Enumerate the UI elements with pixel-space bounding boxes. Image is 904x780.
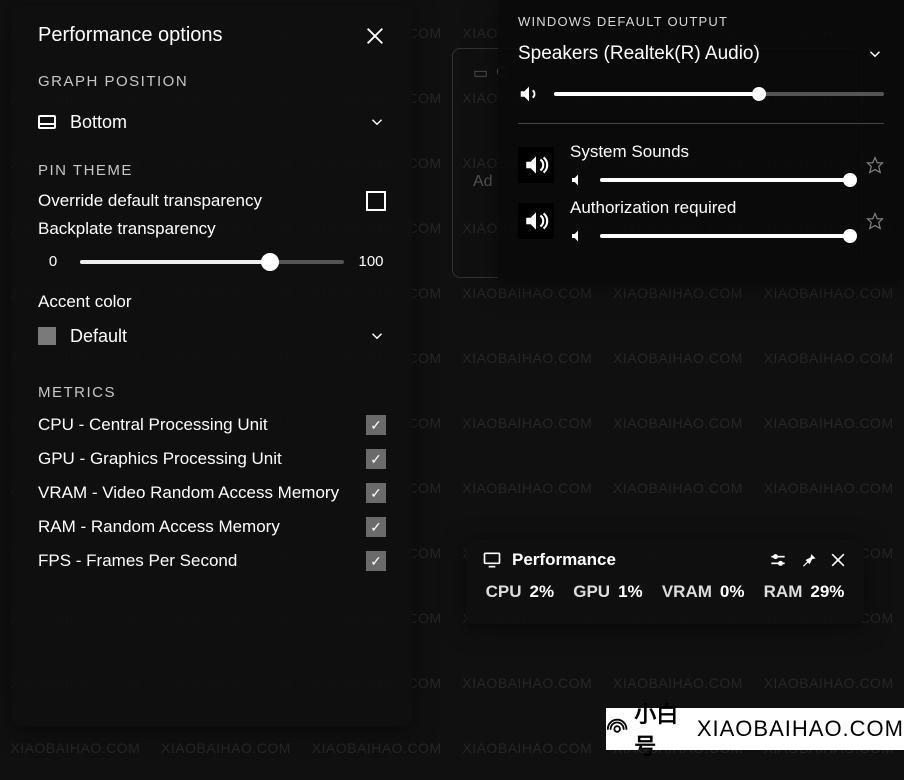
accent-color-label: Accent color [38, 292, 386, 312]
metric-label: VRAM - Video Random Access Memory [38, 483, 339, 503]
panel-title: Performance options [38, 24, 223, 47]
accent-color-dropdown[interactable]: Default [38, 316, 386, 356]
graph-position-value: Bottom [70, 112, 127, 133]
metric-checkbox[interactable] [366, 517, 386, 537]
divider [518, 123, 884, 124]
performance-options-panel: Performance options GRAPH POSITION Botto… [12, 6, 412, 726]
speaker-icon[interactable] [570, 228, 586, 244]
perf-stat: RAM 29% [764, 582, 845, 602]
stat-key: GPU [573, 582, 610, 602]
app-name: Authorization required [570, 198, 850, 218]
metric-checkbox[interactable] [366, 551, 386, 571]
favorite-star-icon[interactable] [866, 212, 884, 230]
section-graph-position: GRAPH POSITION [38, 73, 386, 90]
stat-key: RAM [764, 582, 803, 602]
perf-stat: VRAM 0% [662, 582, 745, 602]
app-volume-row: System Sounds [518, 142, 884, 188]
pin-icon[interactable] [798, 550, 818, 570]
stat-value: 0% [720, 582, 745, 602]
accent-value: Default [70, 326, 127, 347]
app-volume-slider[interactable] [600, 178, 850, 182]
stat-key: VRAM [662, 582, 712, 602]
close-icon[interactable] [364, 25, 386, 47]
output-device-name: Speakers (Realtek(R) Audio) [518, 43, 760, 65]
chevron-down-icon [368, 327, 386, 345]
close-icon[interactable] [828, 550, 848, 570]
position-bottom-icon [38, 115, 56, 129]
section-metrics: METRICS [38, 384, 386, 401]
monitor-icon [482, 550, 502, 570]
stat-key: CPU [486, 582, 522, 602]
metric-row: CPU - Central Processing Unit [38, 415, 386, 435]
chevron-down-icon [368, 113, 386, 131]
audio-output-panel: WINDOWS DEFAULT OUTPUT Speakers (Realtek… [498, 0, 904, 280]
badge-en: XIAOBAIHAO.COM [697, 716, 904, 742]
app-volume-row: Authorization required [518, 198, 884, 244]
metric-checkbox[interactable] [366, 483, 386, 503]
metric-checkbox[interactable] [366, 415, 386, 435]
overlay-title: Performance [512, 550, 758, 570]
metric-row: GPU - Graphics Processing Unit [38, 449, 386, 469]
app-icon [518, 203, 554, 239]
slider-min: 0 [38, 253, 68, 270]
app-icon [518, 147, 554, 183]
override-transparency-checkbox[interactable] [366, 191, 386, 211]
speaker-icon[interactable] [518, 83, 540, 105]
badge-cn: 小白号 [634, 697, 691, 761]
metric-label: GPU - Graphics Processing Unit [38, 449, 282, 469]
master-volume-slider[interactable] [554, 92, 884, 96]
graph-position-dropdown[interactable]: Bottom [38, 102, 386, 142]
chevron-down-icon [866, 45, 884, 63]
speaker-icon[interactable] [570, 172, 586, 188]
override-transparency-label: Override default transparency [38, 191, 262, 211]
metric-row: RAM - Random Access Memory [38, 517, 386, 537]
stat-value: 1% [618, 582, 643, 602]
section-pin-theme: PIN THEME [38, 162, 386, 179]
audio-section-label: WINDOWS DEFAULT OUTPUT [518, 14, 884, 29]
favorite-star-icon[interactable] [866, 156, 884, 174]
metric-label: FPS - Frames Per Second [38, 551, 237, 571]
bg-widget-add: Ad [473, 173, 493, 190]
app-volume-slider[interactable] [600, 234, 850, 238]
metric-label: CPU - Central Processing Unit [38, 415, 268, 435]
metric-row: VRAM - Video Random Access Memory [38, 483, 386, 503]
stat-value: 2% [529, 582, 554, 602]
monitor-icon: ▭ [473, 63, 488, 83]
backplate-label: Backplate transparency [38, 219, 386, 239]
color-swatch-icon [38, 327, 56, 345]
slider-max: 100 [356, 253, 386, 270]
settings-icon[interactable] [768, 550, 788, 570]
backplate-slider[interactable] [80, 260, 344, 264]
metric-row: FPS - Frames Per Second [38, 551, 386, 571]
metric-label: RAM - Random Access Memory [38, 517, 280, 537]
app-name: System Sounds [570, 142, 850, 162]
watermark-badge: 小白号 XIAOBAIHAO.COM [606, 708, 904, 750]
stat-value: 29% [810, 582, 844, 602]
output-device-dropdown[interactable]: Speakers (Realtek(R) Audio) [518, 43, 884, 65]
perf-stat: CPU 2% [486, 582, 554, 602]
performance-overlay: Performance CPU 2% GPU 1% VRAM 0% RAM 29% [466, 540, 864, 624]
metric-checkbox[interactable] [366, 449, 386, 469]
perf-stat: GPU 1% [573, 582, 642, 602]
